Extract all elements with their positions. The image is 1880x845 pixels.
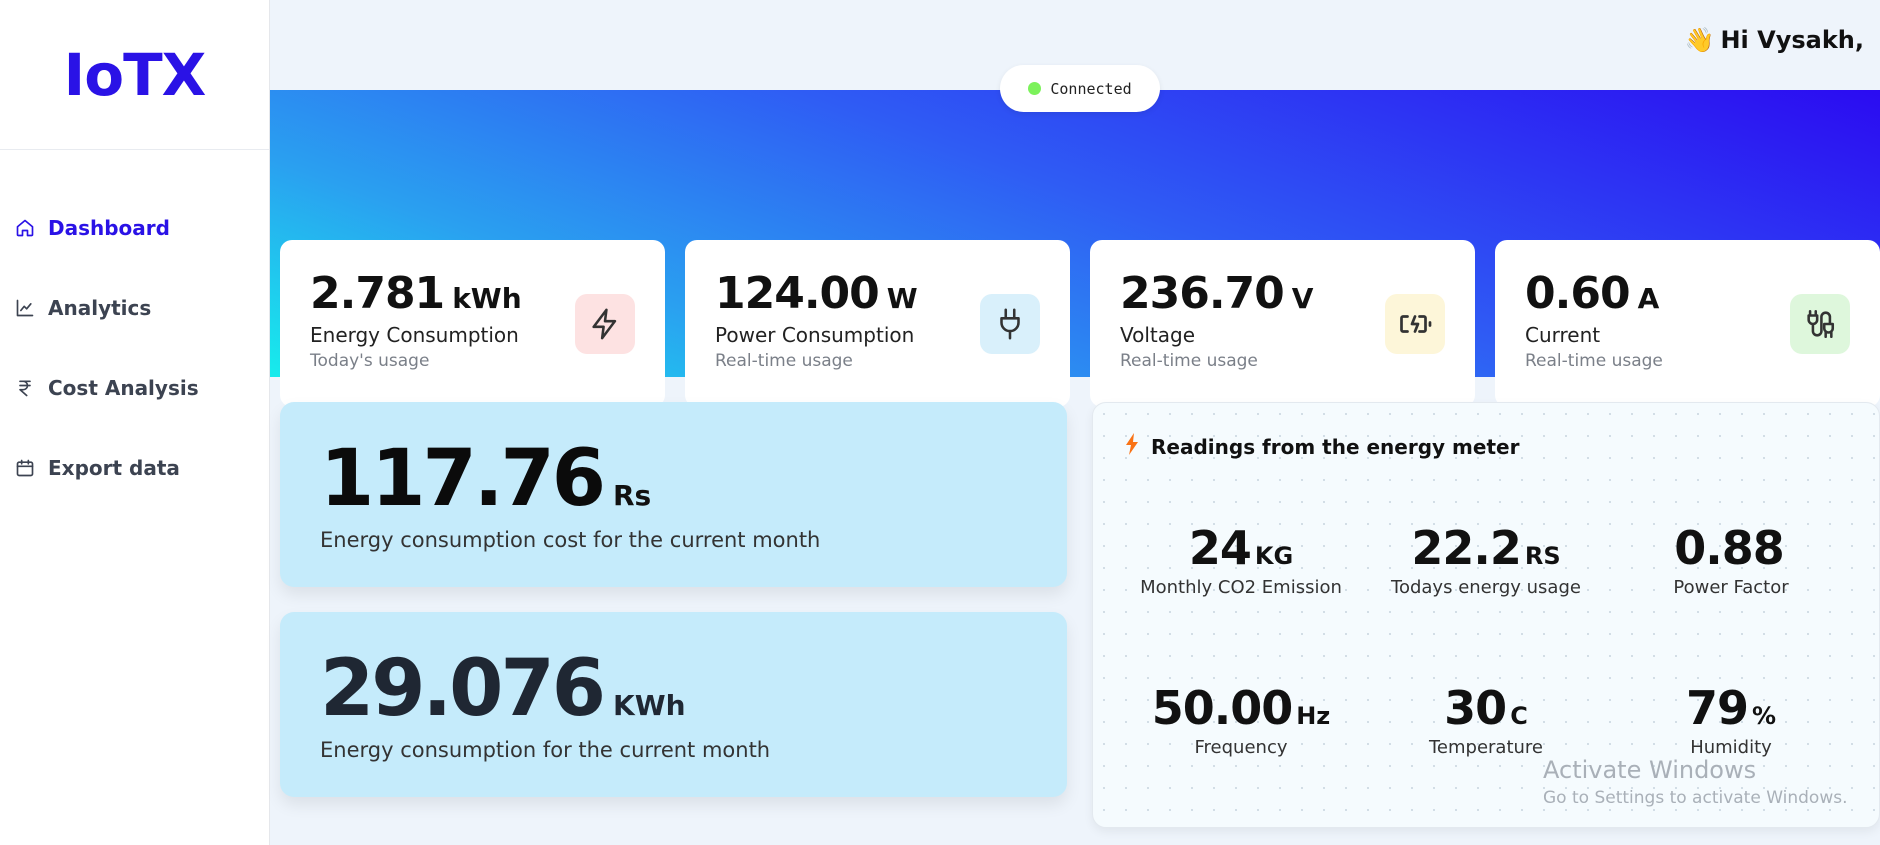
stat-unit: V xyxy=(1291,282,1314,315)
metric-value: 0.88 xyxy=(1674,521,1784,575)
cost-label: Energy consumption cost for the current … xyxy=(320,528,821,552)
status-dot-icon xyxy=(1028,82,1042,95)
metric-todays-energy-usage: 22.2 RS Todays energy usage xyxy=(1366,521,1606,598)
wave-icon: 👋 xyxy=(1684,26,1715,54)
metric-value: 24 xyxy=(1188,521,1252,575)
watermark-subtitle: Go to Settings to activate Windows. xyxy=(1543,788,1848,808)
sidebar-item-dashboard[interactable]: Dashboard xyxy=(0,188,269,268)
stat-subtitle: Real-time usage xyxy=(715,351,853,371)
plug-icon xyxy=(980,294,1040,354)
bolt-icon xyxy=(1125,433,1139,460)
metric-co2-emission: 24 KG Monthly CO2 Emission xyxy=(1121,521,1361,598)
greeting-text: Hi Vysakh, xyxy=(1720,26,1864,54)
logo-area: IoTX xyxy=(0,0,269,150)
stats-banner: Connected 2.781 kWh Energy Consumption To… xyxy=(270,65,1880,407)
calendar-icon xyxy=(14,457,36,479)
rupee-icon xyxy=(14,377,36,399)
sidebar-item-cost-analysis[interactable]: Cost Analysis xyxy=(0,348,269,428)
cost-unit: KWh xyxy=(613,689,686,722)
metric-label: Todays energy usage xyxy=(1391,577,1581,598)
cost-label: Energy consumption for the current month xyxy=(320,738,771,762)
sidebar-nav: Dashboard Analytics Cost Analysis Export… xyxy=(0,150,269,508)
metric-value: 30 xyxy=(1444,681,1507,735)
activate-windows-watermark: Activate Windows Go to Settings to activ… xyxy=(1543,756,1848,808)
metric-humidity: 79% Humidity xyxy=(1611,681,1851,758)
stat-subtitle: Real-time usage xyxy=(1525,351,1663,371)
sidebar-item-label: Export data xyxy=(48,456,180,480)
metric-label: Monthly CO2 Emission xyxy=(1140,577,1342,598)
metric-unit: C xyxy=(1510,702,1528,730)
cable-icon xyxy=(1790,294,1850,354)
metric-unit: % xyxy=(1751,702,1777,730)
stat-value: 236.70 xyxy=(1120,268,1285,319)
sidebar-item-analytics[interactable]: Analytics xyxy=(0,268,269,348)
metric-value: 50.00 xyxy=(1151,681,1294,735)
stat-subtitle: Today's usage xyxy=(310,351,430,371)
bolt-icon xyxy=(575,294,635,354)
chart-line-icon xyxy=(14,297,36,319)
sidebar: IoTX Dashboard Analytics Cost Analysis E… xyxy=(0,0,270,845)
connection-status-text: Connected xyxy=(1050,79,1132,98)
stat-value: 0.60 xyxy=(1525,268,1631,319)
metric-value: 22.2 xyxy=(1411,521,1521,575)
stat-unit: W xyxy=(886,282,918,315)
sidebar-item-label: Dashboard xyxy=(48,216,170,240)
monthly-cost-card: 117.76 Rs Energy consumption cost for the… xyxy=(280,402,1067,587)
stat-value: 124.00 xyxy=(715,268,880,319)
connection-status-badge: Connected xyxy=(1000,65,1160,112)
metric-temperature: 30 C Temperature xyxy=(1366,681,1606,758)
home-icon xyxy=(14,217,36,239)
cost-value: 117.76 xyxy=(320,434,606,524)
sidebar-item-label: Cost Analysis xyxy=(48,376,199,400)
monthly-energy-card: 29.076 KWh Energy consumption for the cur… xyxy=(280,612,1067,797)
metric-unit: RS xyxy=(1524,542,1561,570)
user-greeting: 👋 Hi Vysakh, xyxy=(1685,26,1864,54)
stat-card-voltage: 236.70 V Voltage Real-time usage xyxy=(1090,240,1475,407)
metric-frequency: 50.00 Hz Frequency xyxy=(1121,681,1361,758)
stat-value: 2.781 xyxy=(310,268,445,319)
readings-title: Readings from the energy meter xyxy=(1125,433,1519,460)
sidebar-item-label: Analytics xyxy=(48,296,152,320)
metric-unit: Hz xyxy=(1296,702,1331,730)
metric-label: Power Factor xyxy=(1673,577,1789,598)
metric-unit: KG xyxy=(1254,542,1294,570)
watermark-title: Activate Windows xyxy=(1543,756,1757,784)
stat-card-power-consumption: 124.00 W Power Consumption Real-time usag… xyxy=(685,240,1070,407)
app-logo[interactable]: IoTX xyxy=(64,41,207,109)
metric-power-factor: 0.88 Power Factor xyxy=(1611,521,1851,598)
cost-value: 29.076 xyxy=(320,644,606,734)
stat-unit: A xyxy=(1637,282,1660,315)
sidebar-item-export-data[interactable]: Export data xyxy=(0,428,269,508)
stat-unit: kWh xyxy=(452,282,522,315)
metric-label: Temperature xyxy=(1428,737,1544,758)
battery-charging-icon xyxy=(1385,294,1445,354)
cost-unit: Rs xyxy=(613,479,652,512)
metric-label: Humidity xyxy=(1690,737,1772,758)
readings-title-text: Readings from the energy meter xyxy=(1151,434,1520,459)
metric-value: 79 xyxy=(1685,681,1749,735)
stat-subtitle: Real-time usage xyxy=(1120,351,1258,371)
stat-card-energy-consumption: 2.781 kWh Energy Consumption Today's usag… xyxy=(280,240,665,407)
stat-card-current: 0.60 A Current Real-time usage xyxy=(1495,240,1880,407)
metric-label: Frequency xyxy=(1194,737,1288,758)
